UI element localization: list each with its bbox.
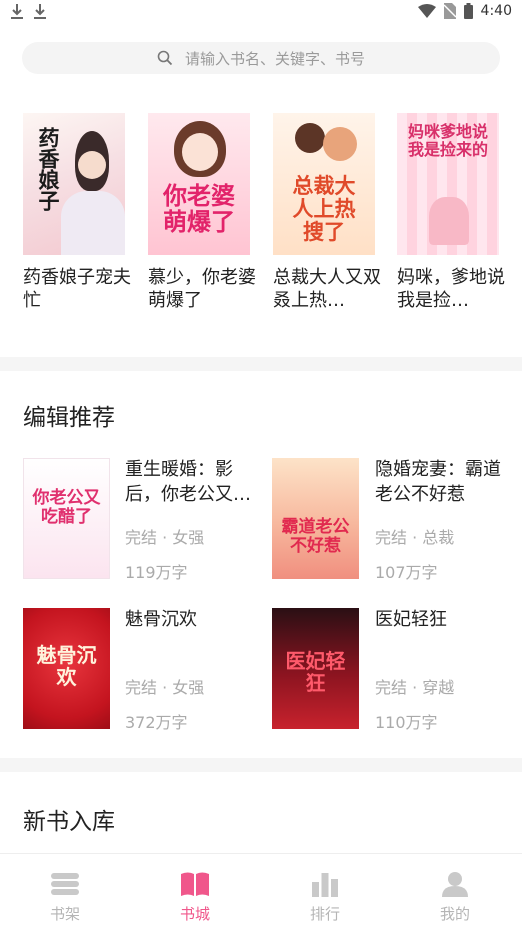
search-input[interactable]: 请输入书名、关键字、书号 — [22, 42, 500, 74]
book-title[interactable]: 妈咪，爹地说我是捡… — [397, 266, 509, 312]
book-cover[interactable]: 医妃轻狂 — [272, 608, 359, 729]
section-title-editor: 编辑推荐 — [23, 405, 115, 431]
book-cover[interactable]: 药香娘子 — [23, 113, 125, 255]
book-title[interactable]: 医妃轻狂 — [375, 607, 515, 657]
book-tags: 完结 · 总裁 — [375, 528, 455, 547]
status-time: 4:40 — [480, 3, 512, 19]
no-sim-icon — [443, 3, 456, 19]
book-tags: 完结 · 穿越 — [375, 678, 455, 697]
search-placeholder: 请输入书名、关键字、书号 — [184, 49, 365, 68]
bookshelf-icon — [51, 873, 79, 895]
book-cover[interactable]: 霸道老公不好惹 — [272, 458, 359, 579]
book-cover[interactable]: 你老婆萌爆了 — [148, 113, 250, 255]
book-cover[interactable]: 魅骨沉欢 — [23, 608, 110, 729]
book-title[interactable]: 重生暖婚：影后，你老公又… — [125, 457, 265, 507]
book-title[interactable]: 药香娘子宠夫忙 — [23, 266, 135, 312]
ranking-icon — [312, 873, 338, 897]
cover-title: 药香娘子 — [36, 127, 60, 211]
book-title[interactable]: 慕少，你老婆萌爆了 — [148, 266, 260, 312]
cover-title: 魅骨沉欢 — [36, 643, 97, 689]
tab-label: 我的 — [439, 905, 470, 923]
book-title[interactable]: 隐婚宠妻：霸道老公不好惹 — [375, 457, 515, 507]
tab-bookshelf[interactable]: 书架 — [0, 854, 130, 928]
section-divider — [0, 758, 522, 772]
book-word-count: 110万字 — [375, 713, 438, 732]
battery-icon — [463, 3, 473, 19]
book-cover[interactable]: 总裁大人上热搜了 — [273, 113, 375, 255]
wifi-icon — [417, 4, 436, 18]
cover-title: 你老婆萌爆了 — [163, 182, 235, 237]
tab-label: 书架 — [49, 905, 80, 923]
bottom-tab-bar: 书架 书城 排行 我的 — [0, 853, 522, 928]
download-icon — [34, 4, 46, 19]
tab-profile[interactable]: 我的 — [390, 854, 520, 928]
tab-ranking[interactable]: 排行 — [260, 854, 390, 928]
cover-title: 总裁大人上热搜了 — [292, 174, 356, 245]
cover-title: 你老公又吃醋了 — [32, 488, 101, 527]
cover-title: 妈咪爹地说我是捡来的 — [407, 122, 488, 159]
book-title[interactable]: 魅骨沉欢 — [125, 607, 265, 657]
status-bar: 4:40 — [0, 0, 522, 26]
book-cover[interactable]: 妈咪爹地说我是捡来的 — [397, 113, 499, 255]
book-tags: 完结 · 女强 — [125, 678, 205, 697]
book-tags: 完结 · 女强 — [125, 528, 205, 547]
book-title[interactable]: 总裁大人又双叒上热… — [273, 266, 385, 312]
tab-label: 书城 — [179, 905, 210, 923]
cover-title: 霸道老公不好惹 — [281, 517, 350, 556]
book-cover[interactable]: 你老公又吃醋了 — [23, 458, 110, 579]
download-icon — [11, 4, 23, 19]
tab-bookstore[interactable]: 书城 — [130, 854, 260, 928]
profile-icon — [442, 872, 468, 897]
tab-label: 排行 — [309, 905, 340, 923]
book-word-count: 372万字 — [125, 713, 188, 732]
bookstore-icon — [181, 872, 209, 896]
section-title-new: 新书入库 — [23, 809, 115, 835]
book-word-count: 107万字 — [375, 563, 438, 582]
book-word-count: 119万字 — [125, 563, 188, 582]
search-icon — [157, 50, 173, 66]
cover-title: 医妃轻狂 — [285, 649, 346, 695]
section-divider — [0, 357, 522, 371]
